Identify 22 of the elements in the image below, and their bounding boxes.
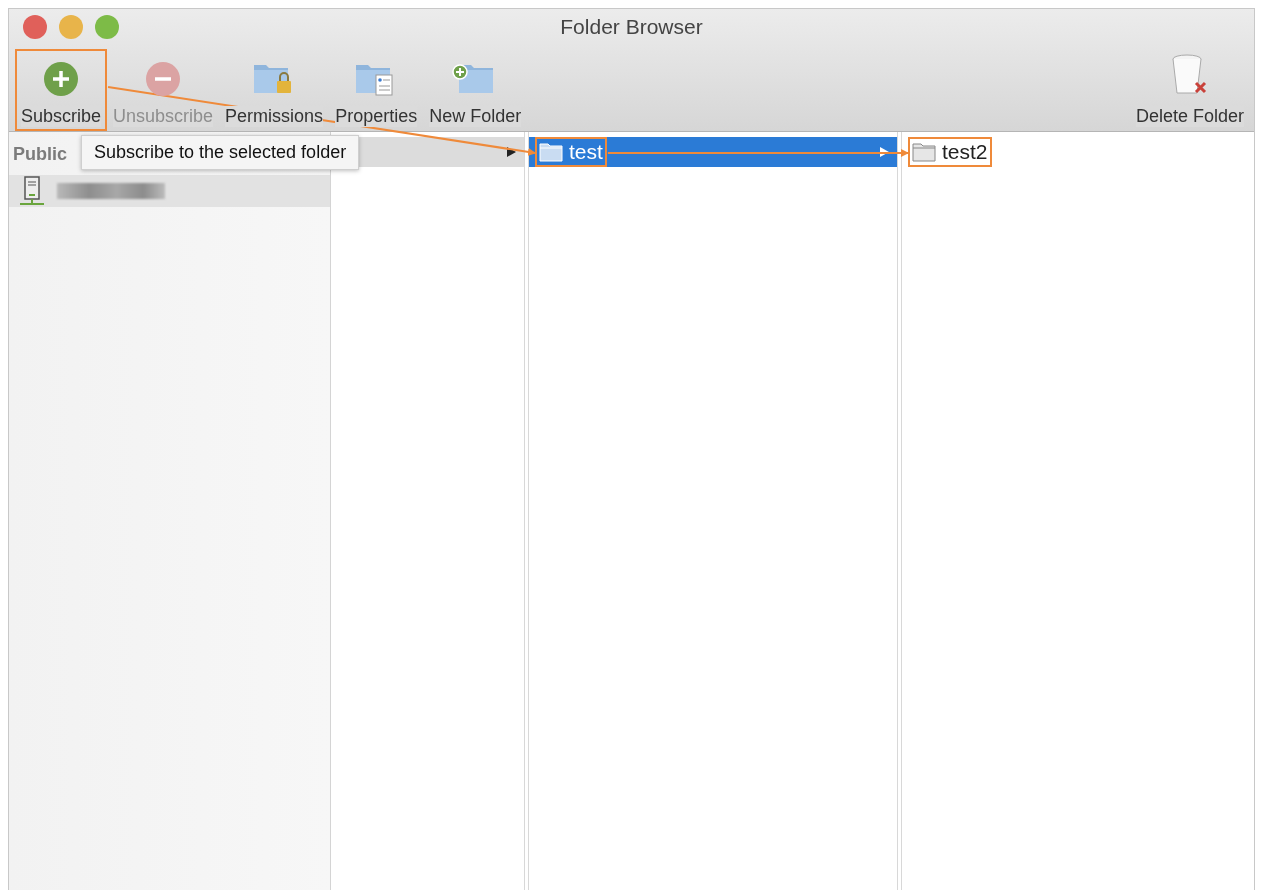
toolbar-button[interactable]: Properties (329, 49, 424, 131)
disclosure-triangle-icon[interactable] (507, 147, 516, 157)
close-button[interactable] (23, 15, 47, 39)
delete-folder-button[interactable]: Delete Folder (1129, 49, 1250, 131)
plus-icon (43, 61, 79, 97)
sidebar-header: Public (13, 144, 67, 164)
toolbar-button[interactable]: New Folder (423, 49, 528, 131)
window-title: Folder Browser (560, 15, 703, 38)
minimize-button[interactable] (59, 15, 83, 39)
folder-name: test2 (942, 140, 988, 164)
folder-name: test (569, 140, 603, 164)
toolbar-button[interactable]: Subscribe (15, 49, 108, 131)
minus-icon (145, 61, 182, 97)
tooltip: Subscribe to the selected folder (81, 135, 360, 170)
folder-row[interactable]: test2 (902, 137, 1254, 167)
folder-icon (912, 142, 936, 162)
server-icon (19, 176, 45, 206)
zoom-button[interactable] (95, 15, 119, 39)
sidebar-item[interactable] (9, 175, 330, 207)
toolbar-button[interactable]: Permissions (219, 49, 330, 131)
folder-row[interactable]: test (529, 137, 897, 167)
folder-icon (539, 142, 563, 162)
